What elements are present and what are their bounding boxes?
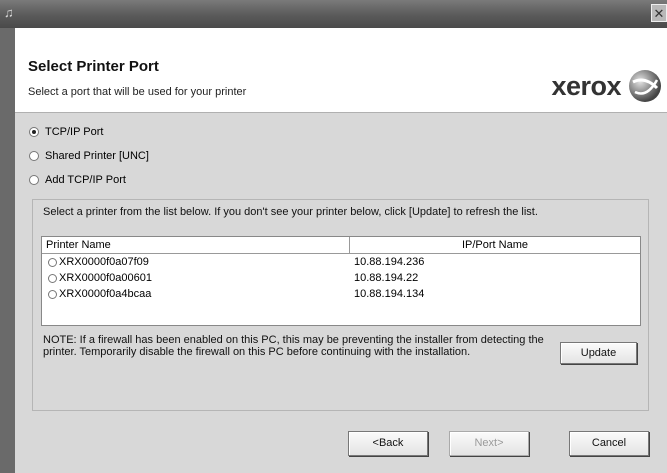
port-option-tcpip[interactable]: TCP/IP Port xyxy=(29,126,103,138)
page-title: Select Printer Port xyxy=(28,58,159,75)
row-radio-button[interactable] xyxy=(48,273,57,283)
xerox-logo: xerox xyxy=(551,66,663,106)
column-header-printer-name[interactable]: Printer Name xyxy=(42,237,350,253)
page-subtitle: Select a port that will be used for your… xyxy=(28,86,247,98)
printer-name-cell: XRX0000f0a00601 xyxy=(42,270,350,286)
port-option-label: Add TCP/IP Port xyxy=(45,174,126,186)
table-row[interactable]: XRX0000f0a4bcaa 10.88.194.134 xyxy=(42,286,640,302)
port-option-add-tcpip[interactable]: Add TCP/IP Port xyxy=(29,174,126,186)
window-left-border xyxy=(0,28,15,473)
radio-button[interactable] xyxy=(29,127,39,137)
printer-name: XRX0000f0a4bcaa xyxy=(59,288,152,300)
update-button-label: Update xyxy=(580,347,617,359)
printer-name-cell: XRX0000f0a07f09 xyxy=(42,254,350,270)
firewall-note: NOTE: If a firewall has been enabled on … xyxy=(43,334,544,358)
update-button[interactable]: Update xyxy=(560,342,637,364)
printer-name: XRX0000f0a00601 xyxy=(59,272,152,284)
wizard-header: Select Printer Port Select a port that w… xyxy=(15,28,667,113)
radio-button[interactable] xyxy=(29,175,39,185)
port-option-shared[interactable]: Shared Printer [UNC] xyxy=(29,150,149,162)
printer-ip: 10.88.194.22 xyxy=(354,272,419,284)
printer-selection-group: Select a printer from the list below. If… xyxy=(32,199,649,411)
row-radio-button[interactable] xyxy=(48,289,57,299)
cancel-button[interactable]: Cancel xyxy=(569,431,649,456)
next-button[interactable]: Next> xyxy=(449,431,529,456)
row-radio-button[interactable] xyxy=(48,257,57,267)
logo-wordmark: xerox xyxy=(551,70,621,101)
title-bar: ♫ ✕ xyxy=(0,0,667,28)
printer-ip: 10.88.194.236 xyxy=(354,256,425,268)
installer-icon: ♫ xyxy=(4,5,14,20)
xerox-sphere-icon xyxy=(629,70,661,102)
close-button[interactable]: ✕ xyxy=(651,4,667,22)
next-button-label: Next> xyxy=(474,437,504,449)
back-button-label: <Back xyxy=(372,437,404,449)
wizard-body: TCP/IP Port Shared Printer [UNC] Add TCP… xyxy=(15,113,667,473)
table-row[interactable]: XRX0000f0a07f09 10.88.194.236 xyxy=(42,254,640,270)
port-option-label: Shared Printer [UNC] xyxy=(45,150,149,162)
cancel-button-label: Cancel xyxy=(591,437,627,449)
printer-list-table[interactable]: Printer Name IP/Port Name XRX0000f0a07f0… xyxy=(41,236,641,326)
back-button[interactable]: <Back xyxy=(348,431,428,456)
column-header-ip-port[interactable]: IP/Port Name xyxy=(350,237,640,253)
printer-ip: 10.88.194.134 xyxy=(354,288,425,300)
radio-button[interactable] xyxy=(29,151,39,161)
port-option-label: TCP/IP Port xyxy=(45,126,104,138)
printer-name-cell: XRX0000f0a4bcaa xyxy=(42,286,350,302)
installer-window: ♫ ✕ Select Printer Port Select a port th… xyxy=(0,0,667,473)
table-header: Printer Name IP/Port Name xyxy=(42,237,640,254)
printer-list-instruction: Select a printer from the list below. If… xyxy=(43,206,538,218)
table-row[interactable]: XRX0000f0a00601 10.88.194.22 xyxy=(42,270,640,286)
printer-name: XRX0000f0a07f09 xyxy=(59,256,149,268)
